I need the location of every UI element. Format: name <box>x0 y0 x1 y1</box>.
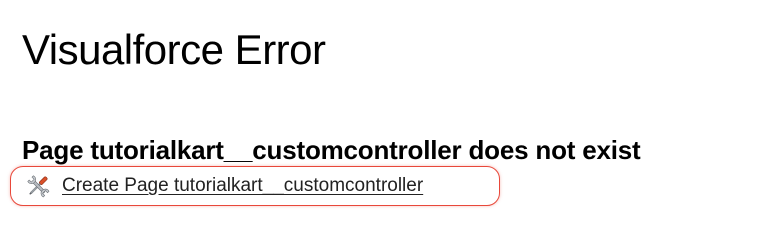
wrench-and-screwdriver-icon <box>24 172 52 200</box>
create-page-link[interactable]: Create Page tutorialkart__customcontroll… <box>62 175 423 197</box>
page-title: Visualforce Error <box>22 26 326 73</box>
error-message: Page tutorialkart__customcontroller does… <box>22 135 641 165</box>
create-page-link-row[interactable]: Create Page tutorialkart__customcontroll… <box>24 172 423 200</box>
